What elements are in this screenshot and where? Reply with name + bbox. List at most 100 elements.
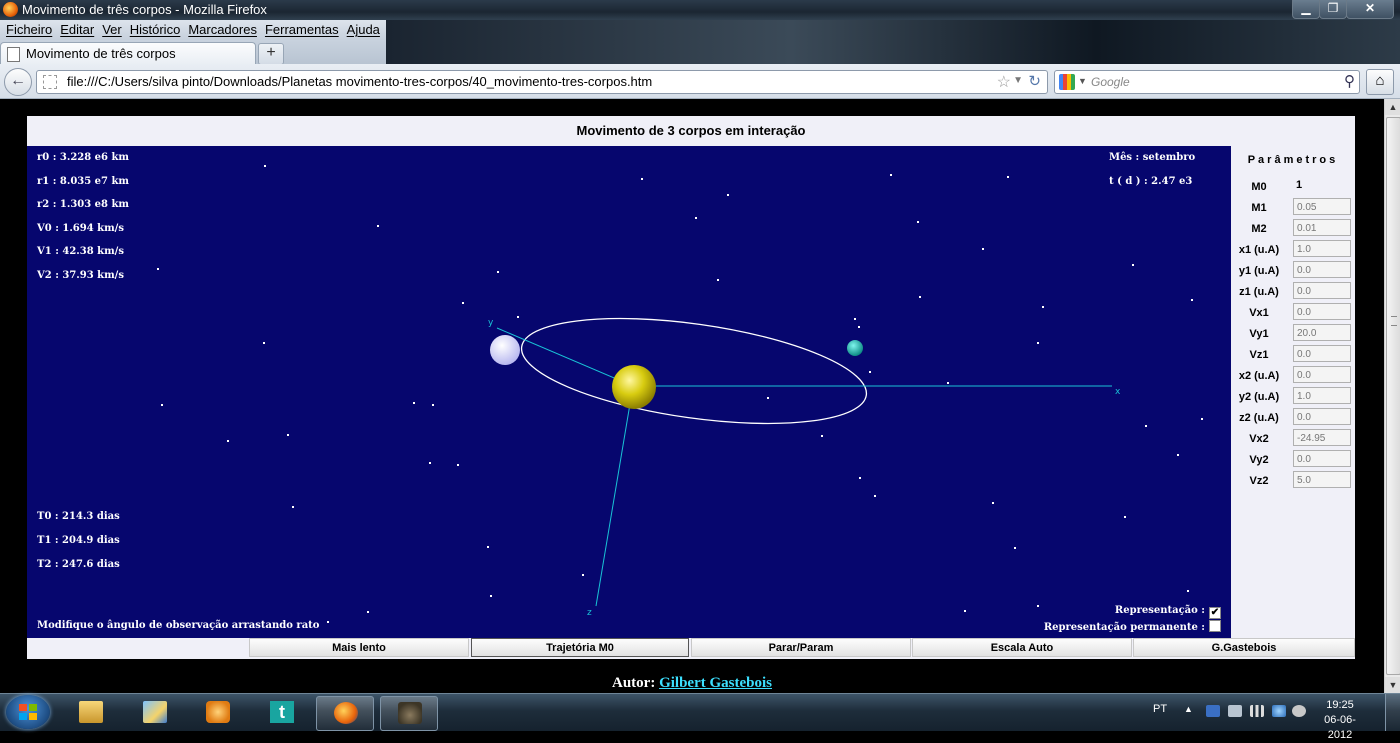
stop-button[interactable]: Parar/Param bbox=[691, 638, 911, 657]
menu-ver[interactable]: Ver bbox=[102, 20, 122, 40]
maximize-button[interactable]: ❐ bbox=[1319, 0, 1347, 19]
star-dot bbox=[695, 217, 697, 219]
star-dot bbox=[767, 397, 769, 399]
taskbar-app-t[interactable]: t bbox=[253, 696, 309, 729]
star-dot bbox=[1187, 590, 1189, 592]
auto-scale-button[interactable]: Escala Auto bbox=[912, 638, 1132, 657]
param-input[interactable]: 0.0 bbox=[1293, 303, 1351, 320]
scroll-down-arrow-icon[interactable]: ▼ bbox=[1385, 677, 1400, 693]
param-row: x1 (u.A) 1.0 bbox=[1231, 240, 1355, 261]
show-desktop-button[interactable] bbox=[1385, 694, 1400, 731]
vertical-scrollbar[interactable]: ▲ ▼ bbox=[1384, 99, 1400, 693]
param-input[interactable]: 20.0 bbox=[1293, 324, 1351, 341]
menu-marcadores[interactable]: Marcadores bbox=[188, 20, 257, 40]
network-signal-icon[interactable] bbox=[1250, 705, 1264, 717]
menu-editar[interactable]: Editar bbox=[60, 20, 94, 40]
search-bar[interactable]: ▼ Google ⚲ bbox=[1054, 70, 1360, 94]
new-tab-button[interactable]: + bbox=[258, 43, 284, 65]
param-input[interactable]: 0.05 bbox=[1293, 198, 1351, 215]
taskbar-firefox[interactable] bbox=[316, 696, 374, 731]
author-link[interactable]: Gilbert Gastebois bbox=[659, 675, 772, 691]
star-dot bbox=[227, 440, 229, 442]
param-row: Vy1 20.0 bbox=[1231, 324, 1355, 345]
representacao-permanente-label: Representação permanente : bbox=[1043, 622, 1205, 633]
star-dot bbox=[917, 221, 919, 223]
simulation-canvas[interactable]: x y z r0 : 3.228 e6 km r1 : 8.035 e7 km … bbox=[27, 146, 1231, 638]
scroll-up-arrow-icon[interactable]: ▲ bbox=[1385, 99, 1400, 115]
author-button[interactable]: G.Gastebois bbox=[1133, 638, 1355, 657]
search-engine-dropdown-icon[interactable]: ▼ bbox=[1078, 76, 1087, 86]
param-input[interactable]: 1.0 bbox=[1293, 387, 1351, 404]
scroll-thumb[interactable] bbox=[1386, 117, 1400, 675]
slower-button[interactable]: Mais lento bbox=[249, 638, 469, 657]
body-m2-planet bbox=[847, 340, 863, 356]
minimize-button[interactable]: ▁ bbox=[1292, 0, 1320, 19]
language-indicator[interactable]: PT bbox=[1153, 703, 1167, 715]
device-icon[interactable] bbox=[1228, 705, 1242, 717]
menu-historico[interactable]: Histórico bbox=[130, 20, 181, 40]
mail-icon[interactable] bbox=[1206, 705, 1220, 717]
param-row: Vx1 0.0 bbox=[1231, 303, 1355, 324]
bookmark-star-icon[interactable]: ☆ bbox=[997, 72, 1011, 92]
param-input[interactable]: 0.01 bbox=[1293, 219, 1351, 236]
google-icon[interactable] bbox=[1059, 74, 1075, 90]
applet-title: Movimento de 3 corpos em interação bbox=[576, 123, 806, 138]
taskbar-explorer[interactable] bbox=[62, 696, 118, 729]
star-dot bbox=[462, 302, 464, 304]
show-hidden-icons-icon[interactable]: ▲ bbox=[1184, 704, 1193, 714]
readout-v0: V0 : 1.694 km/s bbox=[37, 223, 124, 234]
param-label: M0 bbox=[1251, 181, 1267, 193]
param-input[interactable]: 0.0 bbox=[1293, 366, 1351, 383]
scroll-grip-icon bbox=[1391, 316, 1397, 326]
taskbar-gimp[interactable] bbox=[380, 696, 438, 731]
tab-label: Movimento de três corpos bbox=[26, 46, 176, 61]
site-identity-icon[interactable] bbox=[43, 75, 57, 89]
tab-active[interactable]: Movimento de três corpos bbox=[0, 42, 256, 65]
start-button[interactable] bbox=[6, 695, 50, 729]
history-dropdown-icon[interactable]: ▼ bbox=[1013, 75, 1023, 86]
param-input[interactable]: 0.0 bbox=[1293, 408, 1351, 425]
network-status-icon[interactable] bbox=[1272, 705, 1286, 717]
drag-hint: Modifique o ângulo de observação arrasta… bbox=[37, 620, 320, 631]
reload-icon[interactable]: ↻ bbox=[1028, 72, 1041, 90]
param-row: Vy2 0.0 bbox=[1231, 450, 1355, 471]
param-input[interactable]: 0.0 bbox=[1293, 282, 1351, 299]
t-app-icon: t bbox=[270, 701, 294, 723]
param-row: Vz2 5.0 bbox=[1231, 471, 1355, 492]
star-dot bbox=[1177, 454, 1179, 456]
taskbar-media-player[interactable] bbox=[189, 696, 245, 729]
param-label: y1 (u.A) bbox=[1238, 265, 1280, 277]
param-input[interactable]: 0.0 bbox=[1293, 261, 1351, 278]
param-input[interactable]: 0.0 bbox=[1293, 345, 1351, 362]
home-button[interactable]: ⌂ bbox=[1366, 69, 1394, 95]
param-input[interactable]: 0.0 bbox=[1293, 450, 1351, 467]
clock[interactable]: 19:25 06-06-2012 bbox=[1312, 698, 1368, 743]
menu-ajuda[interactable]: Ajuda bbox=[347, 20, 380, 40]
representacao-permanente-checkbox[interactable] bbox=[1209, 620, 1221, 632]
system-tray: PT ▲ 19:25 06-06-2012 bbox=[1140, 694, 1400, 741]
url-bar[interactable]: file:///C:/Users/silva pinto/Downloads/P… bbox=[36, 70, 1048, 94]
representacao-checkbox[interactable]: ✔ bbox=[1209, 607, 1221, 619]
close-button[interactable]: ✕ bbox=[1346, 0, 1394, 19]
param-label: x2 (u.A) bbox=[1238, 370, 1280, 382]
axis-x-label: x bbox=[1115, 387, 1121, 397]
menu-ferramentas[interactable]: Ferramentas bbox=[265, 20, 339, 40]
menu-ficheiro[interactable]: Ficheiro bbox=[6, 20, 52, 40]
trajectory-m0-button[interactable]: Trajetória M0 bbox=[471, 638, 689, 657]
star-dot bbox=[982, 248, 984, 250]
star-dot bbox=[490, 595, 492, 597]
param-input[interactable]: -24.95 bbox=[1293, 429, 1351, 446]
readout-v2: V2 : 37.93 km/s bbox=[37, 270, 124, 281]
param-label: Vz2 bbox=[1249, 475, 1269, 487]
back-button[interactable]: ← bbox=[4, 68, 32, 96]
star-dot bbox=[157, 268, 159, 270]
param-input[interactable]: 1.0 bbox=[1293, 240, 1351, 257]
star-dot bbox=[1037, 605, 1039, 607]
taskbar: t PT ▲ 19:25 06-06-2012 bbox=[0, 693, 1400, 741]
volume-icon[interactable] bbox=[1292, 705, 1306, 717]
taskbar-paint[interactable] bbox=[126, 696, 182, 729]
tab-bar: Movimento de três corpos + bbox=[0, 40, 386, 65]
param-input[interactable]: 5.0 bbox=[1293, 471, 1351, 488]
search-icon[interactable]: ⚲ bbox=[1344, 72, 1355, 90]
simulation-drawing[interactable]: x y z bbox=[27, 146, 1231, 638]
